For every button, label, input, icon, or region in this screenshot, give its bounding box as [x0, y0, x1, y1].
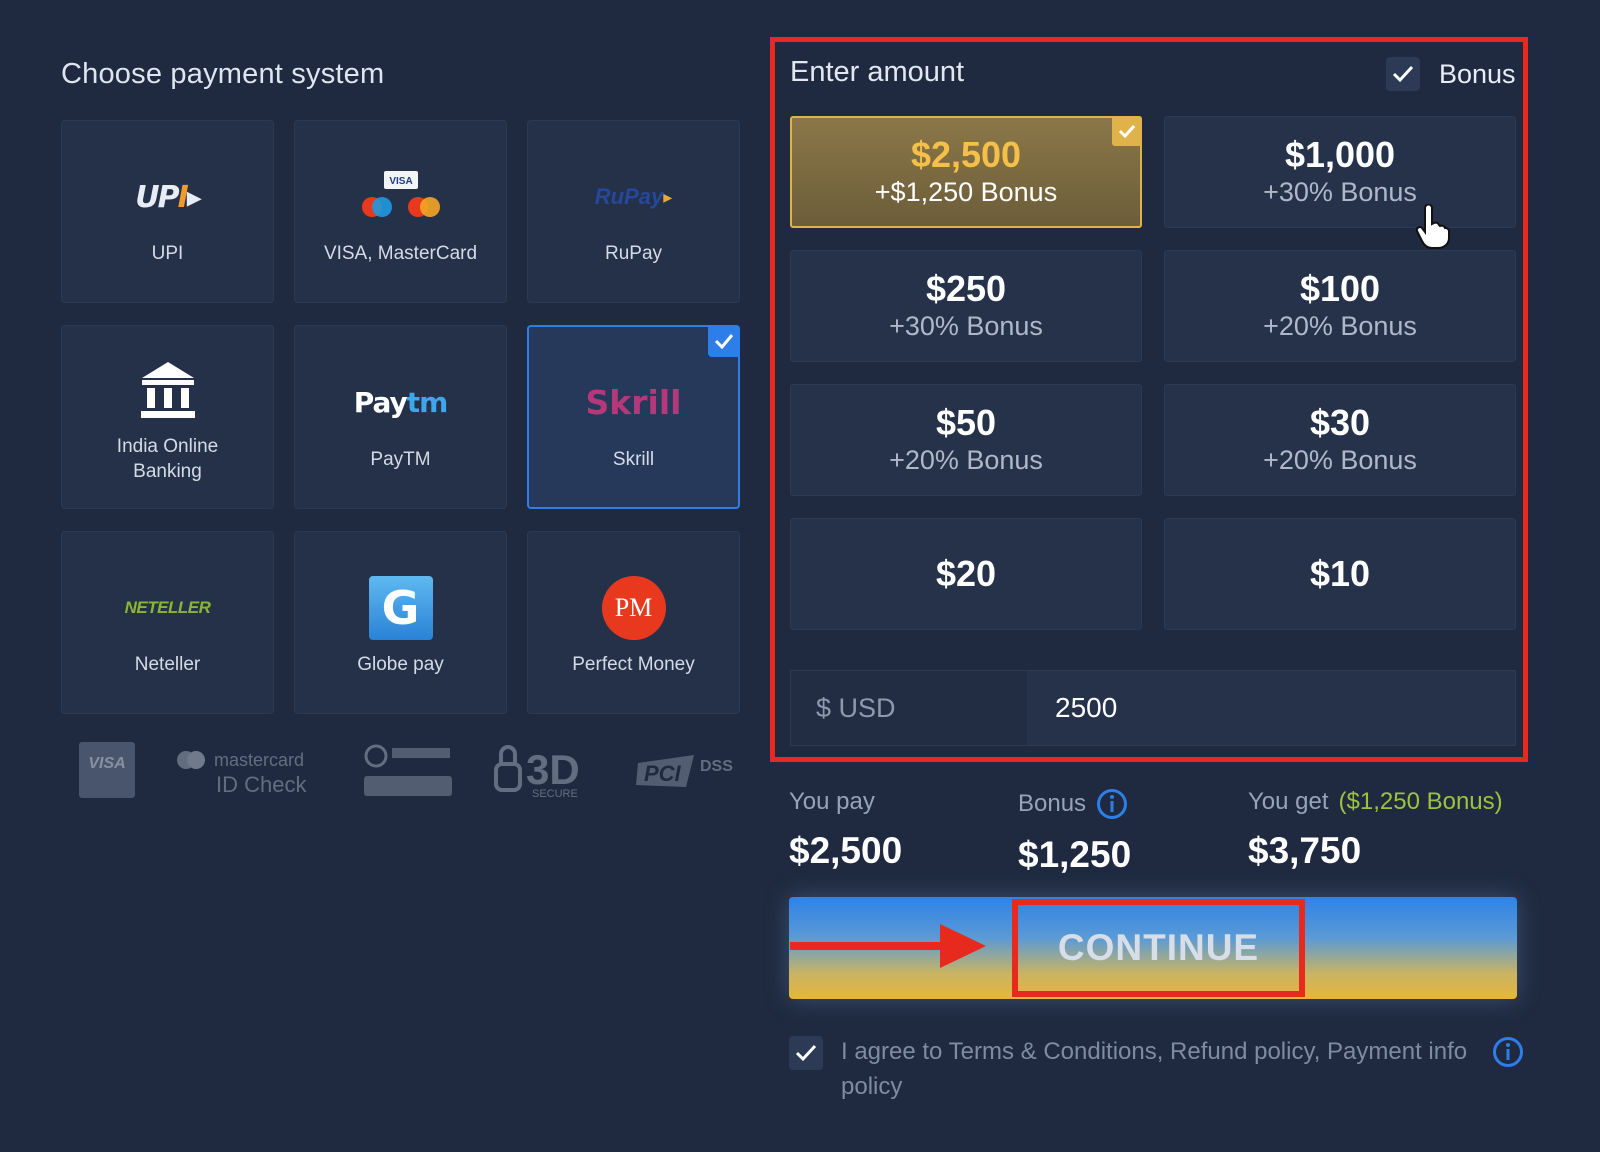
- amount-value: $20: [935, 553, 997, 594]
- payment-method-label: India Online Banking: [116, 436, 219, 482]
- visa-secure-badge: VISA: [78, 741, 136, 799]
- payment-method-upi[interactable]: UPI▸ UPI: [61, 120, 274, 303]
- amount-bonus: +20% Bonus: [889, 445, 1043, 475]
- mastercard-badge-text: mastercard: [214, 750, 304, 770]
- paytm-logo: Paytm: [353, 386, 449, 419]
- security-badges: VISA mastercard ID Check 3D SECURE PCI DSS: [78, 738, 738, 802]
- payment-method-label: Neteller: [134, 654, 201, 675]
- check-icon: [708, 325, 740, 357]
- you-get-summary: You get ($1,250 Bonus) $3,750: [1248, 788, 1503, 872]
- mastercard-id-check-badge: mastercard ID Check: [174, 742, 324, 798]
- payment-method-neteller[interactable]: NETELLER Neteller: [61, 531, 274, 714]
- amount-option-100[interactable]: $100 +20% Bonus: [1164, 250, 1516, 362]
- amount-value: $100: [1299, 268, 1381, 309]
- continue-label[interactable]: CONTINUE: [1012, 899, 1305, 997]
- amount-option-2500[interactable]: $2,500 +$1,250 Bonus: [790, 116, 1142, 228]
- visa-badge-text: VISA: [88, 755, 125, 772]
- arrow-right-icon: [790, 918, 990, 979]
- amount-value: $50: [935, 402, 997, 443]
- upi-logo: UPI▸: [135, 179, 202, 215]
- pci-dss-badge: PCI DSS: [634, 745, 738, 795]
- amount-option-1000[interactable]: $1,000 +30% Bonus: [1164, 116, 1516, 228]
- pci-badge-text: PCI: [644, 761, 682, 786]
- amount-bonus: +20% Bonus: [1263, 311, 1417, 341]
- terms-agreement: I agree to Terms & Conditions, Refund po…: [789, 1034, 1524, 1104]
- you-get-bonus: ($1,250 Bonus): [1338, 788, 1503, 815]
- check-icon: [1112, 116, 1142, 146]
- amount-input-row: $ USD: [790, 670, 1516, 746]
- dss-badge-text: DSS: [700, 758, 733, 775]
- amount-input[interactable]: [1027, 671, 1515, 745]
- bonus-summary-label: Bonus: [1018, 790, 1087, 817]
- payment-method-globe-pay[interactable]: G Globe pay: [294, 531, 507, 714]
- amount-value: $1,000: [1284, 134, 1396, 175]
- payment-method-label: Globe pay: [357, 654, 444, 675]
- bonus-summary-value: $1,250: [1018, 834, 1132, 875]
- payment-method-india-online-banking[interactable]: India Online Banking: [61, 325, 274, 509]
- amount-bonus: +30% Bonus: [1263, 177, 1417, 207]
- amount-option-30[interactable]: $30 +20% Bonus: [1164, 384, 1516, 496]
- check-icon: [795, 1044, 817, 1062]
- payment-method-rupay[interactable]: RuPay ▸ RuPay: [527, 120, 740, 303]
- secure-badge-text: SECURE: [532, 788, 578, 800]
- 3d-badge-text: 3D: [526, 746, 580, 793]
- payment-method-visa-mastercard[interactable]: VISA VISA, MasterCard: [294, 120, 507, 303]
- payment-method-perfect-money[interactable]: PM Perfect Money: [527, 531, 740, 714]
- terms-checkbox[interactable]: [789, 1036, 823, 1070]
- amount-bonus: +$1,250 Bonus: [874, 177, 1058, 207]
- payment-method-label: PayTM: [370, 448, 431, 470]
- 3d-secure-badge: 3D SECURE: [492, 740, 596, 800]
- payment-method-label: RuPay: [604, 243, 663, 264]
- amount-option-50[interactable]: $50 +20% Bonus: [790, 384, 1142, 496]
- amount-bonus: +30% Bonus: [889, 311, 1043, 341]
- payment-method-grid: UPI▸ UPI VISA VISA, MasterCard RuPay ▸ Ru…: [61, 120, 740, 714]
- globe-pay-logo: G: [368, 568, 433, 648]
- enter-amount-title: Enter amount: [790, 56, 965, 88]
- payment-method-paytm[interactable]: Paytm PayTM: [294, 325, 507, 509]
- you-get-label: You get: [1248, 788, 1329, 815]
- info-icon[interactable]: [1492, 1036, 1524, 1104]
- amount-value: $2,500: [910, 134, 1022, 175]
- id-check-badge-text: ID Check: [216, 772, 307, 797]
- payment-method-label: Skrill: [612, 448, 655, 470]
- bonus-summary: Bonus $1,250: [1018, 788, 1131, 876]
- payment-method-skrill[interactable]: Skrill Skrill: [527, 325, 740, 509]
- perfect-money-logo: PM: [601, 568, 666, 648]
- payment-method-label: UPI: [151, 243, 184, 264]
- amount-option-250[interactable]: $250 +30% Bonus: [790, 250, 1142, 362]
- bonus-toggle[interactable]: Bonus: [1386, 57, 1516, 91]
- neteller-logo: NETELLER: [124, 598, 211, 617]
- rupay-logo: RuPay ▸: [594, 184, 673, 209]
- currency-label: $ USD: [791, 671, 1027, 745]
- you-get-value: $3,750: [1248, 830, 1362, 871]
- amount-value: $30: [1309, 402, 1371, 443]
- payment-system-title: Choose payment system: [61, 58, 385, 90]
- you-pay-value: $2,500: [789, 830, 903, 871]
- amount-value: $10: [1309, 553, 1371, 594]
- info-icon[interactable]: [1096, 788, 1128, 820]
- skrill-logo: Skrill: [585, 383, 682, 422]
- amount-options: $2,500 +$1,250 Bonus $1,000 +30% Bonus $…: [790, 116, 1516, 630]
- amount-option-20[interactable]: $20: [790, 518, 1142, 630]
- you-pay-summary: You pay $2,500: [789, 788, 902, 872]
- hand-cursor-icon: [1415, 203, 1451, 255]
- check-icon: [1392, 65, 1414, 83]
- bank-icon: [139, 350, 197, 430]
- visa-mastercard-logo: VISA: [360, 157, 442, 237]
- bonus-checkbox[interactable]: [1386, 57, 1420, 91]
- payment-method-label: VISA, MasterCard: [323, 243, 478, 264]
- amount-bonus: +20% Bonus: [1263, 445, 1417, 475]
- svg-text:VISA: VISA: [389, 176, 412, 187]
- terms-text[interactable]: I agree to Terms & Conditions, Refund po…: [841, 1034, 1474, 1104]
- discover-badge: [362, 740, 454, 800]
- payment-method-label: Perfect Money: [572, 654, 695, 675]
- amount-option-10[interactable]: $10: [1164, 518, 1516, 630]
- bonus-label: Bonus: [1439, 58, 1516, 89]
- you-pay-label: You pay: [789, 788, 875, 815]
- amount-value: $250: [925, 268, 1007, 309]
